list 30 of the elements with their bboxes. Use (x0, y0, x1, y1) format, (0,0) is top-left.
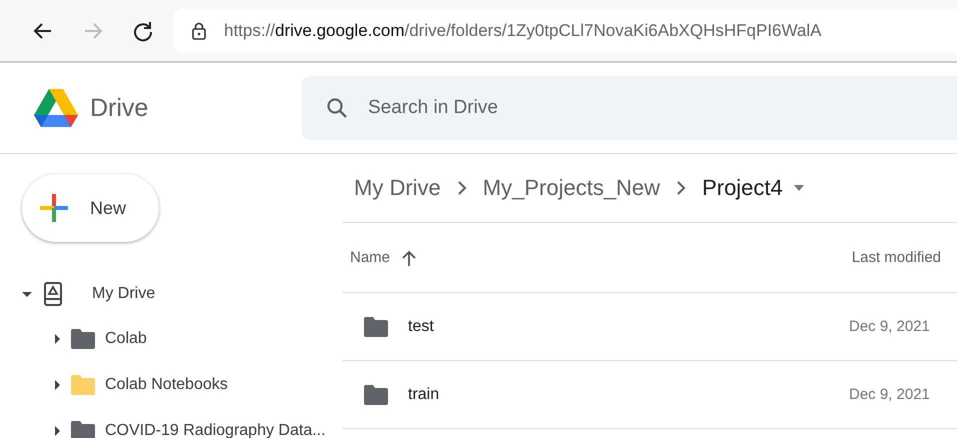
sidebar-item[interactable]: COVID-19 Radiography Data... (0, 408, 342, 438)
file-name: train (408, 386, 440, 404)
search-field[interactable]: Search in Drive (302, 76, 957, 140)
app-name: Drive (90, 94, 148, 122)
url-text: https://drive.google.com/drive/folders/1Zy0tpCLl7NovaKi6AbXQHsHFqPI6WalA (224, 20, 822, 40)
plus-icon (40, 194, 68, 222)
chevron-right-icon (676, 181, 686, 195)
lock-icon (192, 22, 206, 40)
address-field[interactable]: https://drive.google.com/drive/folders/1Zy0tpCLl7NovaKi6AbXQHsHFqPI6WalA (174, 8, 957, 52)
folder-icon (364, 316, 388, 336)
drive-logo-icon (34, 89, 78, 127)
file-name: test (408, 318, 435, 336)
file-row[interactable]: test Dec 9, 2021 (342, 293, 957, 361)
breadcrumb-item[interactable]: My_Projects_New (482, 175, 660, 201)
file-row[interactable]: train Dec 9, 2021 (342, 361, 957, 429)
column-header[interactable]: Last modified (852, 249, 941, 266)
breadcrumb-item[interactable]: My Drive (354, 175, 441, 201)
sidebar-item[interactable]: Colab Notebooks (0, 362, 342, 408)
modified-date: Dec 9, 2021 (849, 386, 931, 403)
column-header[interactable]: Name (350, 249, 416, 266)
new-button[interactable]: New (22, 174, 159, 242)
sidebar-item[interactable]: Colab (0, 316, 342, 362)
folder-icon (364, 384, 388, 404)
drive-icon (44, 282, 62, 306)
sidebar-item[interactable]: My Drive (0, 272, 342, 316)
chevron-right-icon (456, 181, 467, 195)
breadcrumb-item[interactable]: Project4 (702, 175, 805, 201)
modified-date: Dec 9, 2021 (849, 318, 931, 335)
dropdown-caret-icon (792, 184, 805, 192)
reload-icon (132, 20, 154, 42)
